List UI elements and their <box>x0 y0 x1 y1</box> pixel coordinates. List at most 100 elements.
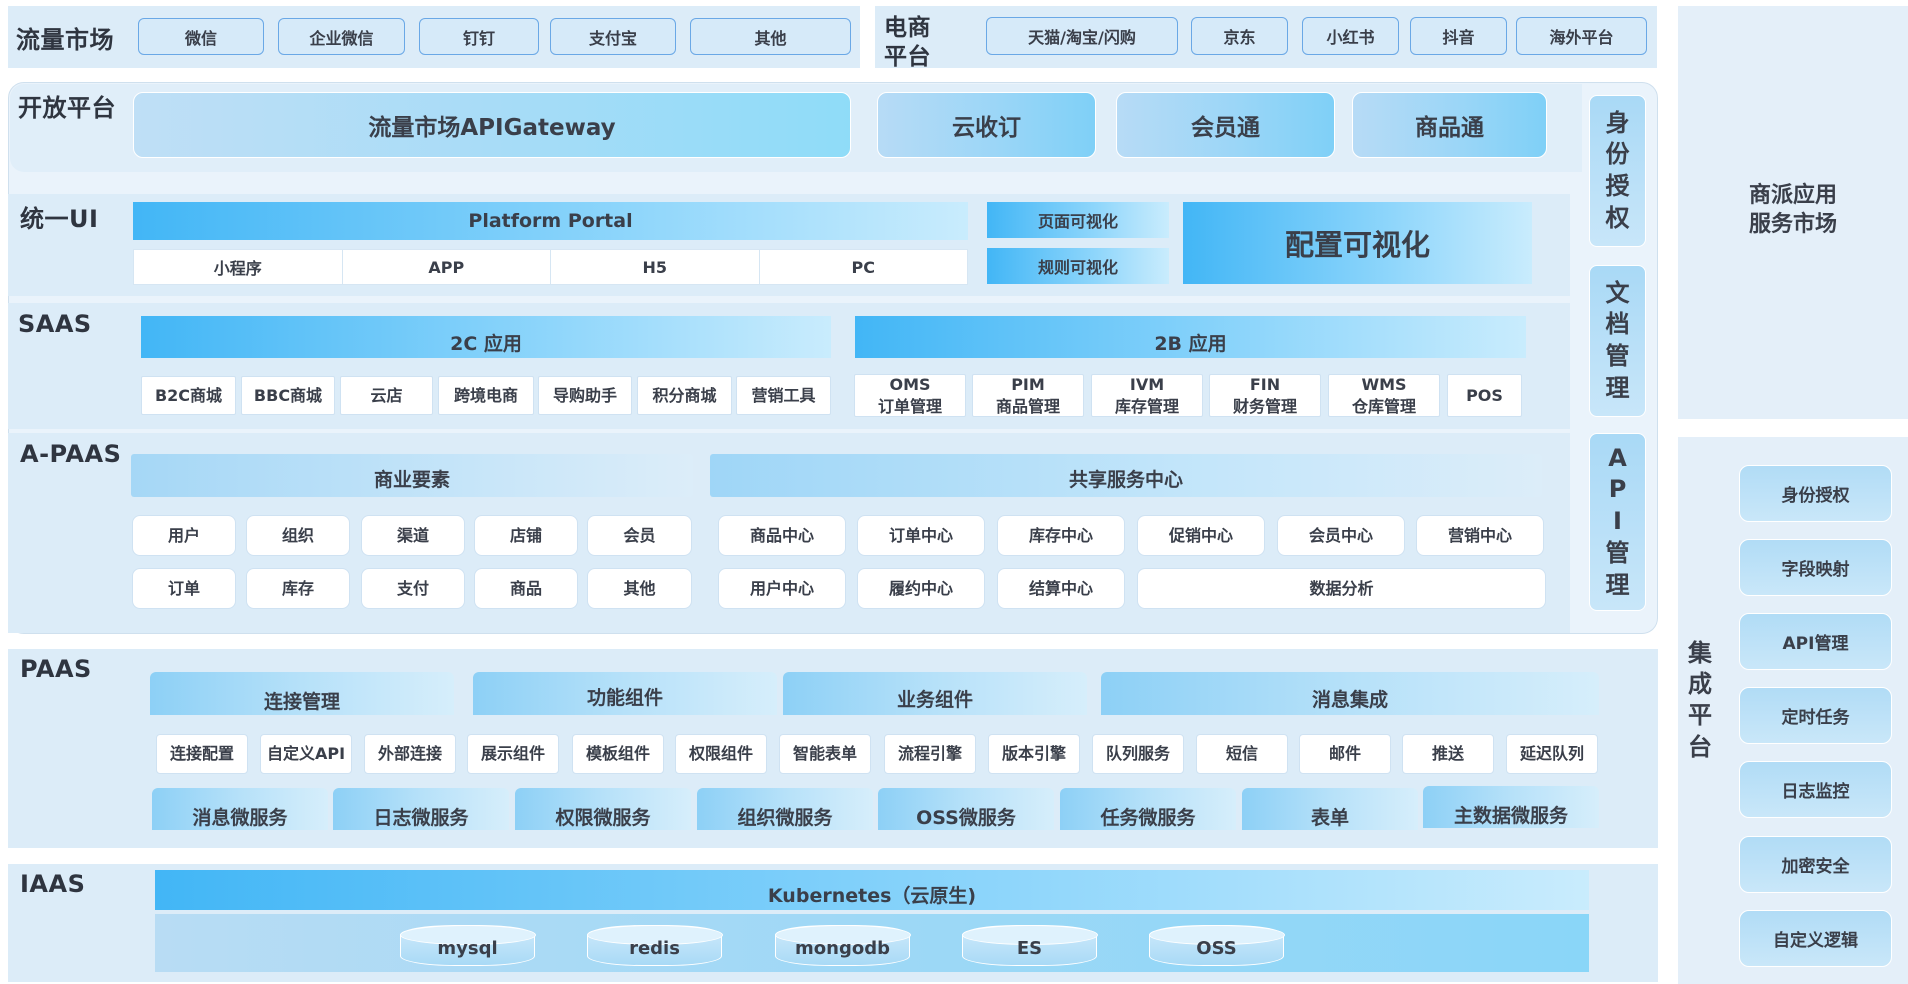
traffic-item-wechat[interactable]: 微信 <box>138 18 264 55</box>
traffic-item-wework[interactable]: 企业微信 <box>278 18 405 55</box>
traffic-item-other[interactable]: 其他 <box>690 18 851 55</box>
integration-item[interactable]: 定时任务 <box>1739 687 1892 744</box>
saas-2b-bar[interactable]: 2B 应用 <box>855 316 1526 358</box>
paas-component-item[interactable]: 外部连接 <box>364 734 456 774</box>
shared-center-item[interactable]: 营销中心 <box>1416 515 1544 556</box>
database-cylinder[interactable]: OSS <box>1148 924 1285 966</box>
integration-item[interactable]: 自定义逻辑 <box>1739 910 1892 967</box>
doc-management-vertical[interactable]: 文 档 管 理 <box>1589 265 1646 417</box>
biz-element-item[interactable]: 库存 <box>246 568 350 609</box>
shared-center-item[interactable]: 促销中心 <box>1137 515 1265 556</box>
database-cylinder[interactable]: mysql <box>399 924 536 966</box>
client-miniprogram[interactable]: 小程序 <box>134 250 343 284</box>
ecommerce-item-overseas[interactable]: 海外平台 <box>1516 17 1647 55</box>
shared-center-item[interactable]: 数据分析 <box>1137 568 1546 609</box>
paas-component-item[interactable]: 队列服务 <box>1092 734 1184 774</box>
integration-item[interactable]: API管理 <box>1739 613 1892 670</box>
integration-item[interactable]: 字段映射 <box>1739 539 1892 596</box>
paas-tab-connection[interactable]: 连接管理 <box>150 672 454 715</box>
biz-element-item[interactable]: 会员 <box>587 515 692 556</box>
paas-microservice-item[interactable]: 权限微服务 <box>515 788 691 830</box>
ecommerce-item-douyin[interactable]: 抖音 <box>1410 17 1507 55</box>
api-gateway[interactable]: 流量市场APIGateway <box>133 92 851 158</box>
paas-component-item[interactable]: 模板组件 <box>572 734 664 774</box>
ecommerce-item-tmall[interactable]: 天猫/淘宝/闪购 <box>986 17 1178 55</box>
biz-element-item[interactable]: 组织 <box>246 515 350 556</box>
paas-component-item[interactable]: 短信 <box>1196 734 1288 774</box>
integration-item[interactable]: 身份授权 <box>1739 465 1892 522</box>
product-card[interactable]: 商品通 <box>1352 92 1547 158</box>
paas-component-item[interactable]: 连接配置 <box>156 734 248 774</box>
saas-2b-item[interactable]: FIN 财务管理 <box>1209 374 1321 417</box>
integration-item[interactable]: 日志监控 <box>1739 761 1892 818</box>
database-cylinder[interactable]: ES <box>961 924 1098 966</box>
paas-tab-message[interactable]: 消息集成 <box>1101 672 1599 715</box>
saas-2c-item[interactable]: 积分商城 <box>637 376 732 415</box>
saas-2c-bar[interactable]: 2C 应用 <box>141 316 831 358</box>
saas-2b-item[interactable]: POS <box>1447 374 1522 417</box>
ecommerce-item-jd[interactable]: 京东 <box>1191 17 1288 55</box>
paas-microservice-item[interactable]: 消息微服务 <box>152 788 328 830</box>
integration-item[interactable]: 加密安全 <box>1739 836 1892 893</box>
biz-element-item[interactable]: 支付 <box>361 568 465 609</box>
shared-center-item[interactable]: 商品中心 <box>718 515 846 556</box>
rule-visual-bar[interactable]: 规则可视化 <box>987 248 1169 284</box>
page-visual-bar[interactable]: 页面可视化 <box>987 202 1169 238</box>
traffic-item-alipay[interactable]: 支付宝 <box>550 18 676 55</box>
biz-element-item[interactable]: 店铺 <box>474 515 578 556</box>
config-visual-bar[interactable]: 配置可视化 <box>1183 202 1532 284</box>
saas-2b-item[interactable]: OMS 订单管理 <box>854 374 966 417</box>
shared-center-item[interactable]: 结算中心 <box>997 568 1125 609</box>
shared-center-item[interactable]: 库存中心 <box>997 515 1125 556</box>
shared-center-item[interactable]: 订单中心 <box>857 515 985 556</box>
biz-element-item[interactable]: 其他 <box>587 568 692 609</box>
saas-2c-item[interactable]: 云店 <box>340 376 433 415</box>
paas-microservice-item[interactable]: 表单 <box>1242 788 1418 830</box>
biz-element-item[interactable]: 订单 <box>132 568 236 609</box>
saas-2c-item[interactable]: B2C商城 <box>141 376 236 415</box>
saas-2b-item[interactable]: IVM 库存管理 <box>1091 374 1203 417</box>
database-cylinder[interactable]: redis <box>586 924 723 966</box>
paas-component-item[interactable]: 权限组件 <box>675 734 767 774</box>
paas-component-item[interactable]: 推送 <box>1402 734 1494 774</box>
paas-component-item[interactable]: 延迟队列 <box>1506 734 1598 774</box>
paas-tab-business[interactable]: 业务组件 <box>783 672 1087 715</box>
identity-auth-vertical[interactable]: 身 份 授 权 <box>1589 95 1646 247</box>
shared-services-bar[interactable]: 共享服务中心 <box>710 454 1542 497</box>
yunshouding-card[interactable]: 云收订 <box>877 92 1096 158</box>
paas-component-item[interactable]: 邮件 <box>1299 734 1391 774</box>
biz-element-item[interactable]: 商品 <box>474 568 578 609</box>
saas-2c-item[interactable]: 营销工具 <box>736 376 831 415</box>
platform-portal-bar[interactable]: Platform Portal <box>133 202 968 240</box>
shared-center-item[interactable]: 用户中心 <box>718 568 846 609</box>
paas-tab-function[interactable]: 功能组件 <box>473 672 777 715</box>
paas-component-item[interactable]: 智能表单 <box>779 734 871 774</box>
saas-2b-item[interactable]: PIM 商品管理 <box>972 374 1084 417</box>
saas-2c-item[interactable]: 跨境电商 <box>438 376 534 415</box>
traffic-item-dingtalk[interactable]: 钉钉 <box>419 18 539 55</box>
paas-component-item[interactable]: 展示组件 <box>467 734 559 774</box>
paas-component-item[interactable]: 自定义API <box>260 734 352 774</box>
paas-microservice-item[interactable]: OSS微服务 <box>878 788 1054 830</box>
biz-element-item[interactable]: 渠道 <box>361 515 465 556</box>
member-card[interactable]: 会员通 <box>1116 92 1335 158</box>
paas-component-item[interactable]: 版本引擎 <box>988 734 1080 774</box>
database-cylinder[interactable]: mongodb <box>774 924 911 966</box>
paas-microservice-item[interactable]: 日志微服务 <box>333 788 509 830</box>
paas-microservice-item[interactable]: 任务微服务 <box>1060 788 1236 830</box>
shared-center-item[interactable]: 会员中心 <box>1277 515 1405 556</box>
saas-2c-item[interactable]: BBC商城 <box>241 376 335 415</box>
paas-component-item[interactable]: 流程引擎 <box>884 734 976 774</box>
paas-microservice-item[interactable]: 组织微服务 <box>697 788 873 830</box>
client-app[interactable]: APP <box>343 250 551 284</box>
paas-microservice-item[interactable]: 主数据微服务 <box>1423 786 1599 828</box>
saas-2c-item[interactable]: 导购助手 <box>538 376 632 415</box>
kubernetes-bar[interactable]: Kubernetes（云原生) <box>155 870 1589 910</box>
ecommerce-item-xiaohongshu[interactable]: 小红书 <box>1302 17 1399 55</box>
client-h5[interactable]: H5 <box>551 250 760 284</box>
api-management-vertical[interactable]: A P I 管 理 <box>1589 433 1646 611</box>
biz-element-item[interactable]: 用户 <box>132 515 236 556</box>
client-pc[interactable]: PC <box>760 250 968 284</box>
biz-elements-bar[interactable]: 商业要素 <box>131 454 693 497</box>
shared-center-item[interactable]: 履约中心 <box>857 568 985 609</box>
